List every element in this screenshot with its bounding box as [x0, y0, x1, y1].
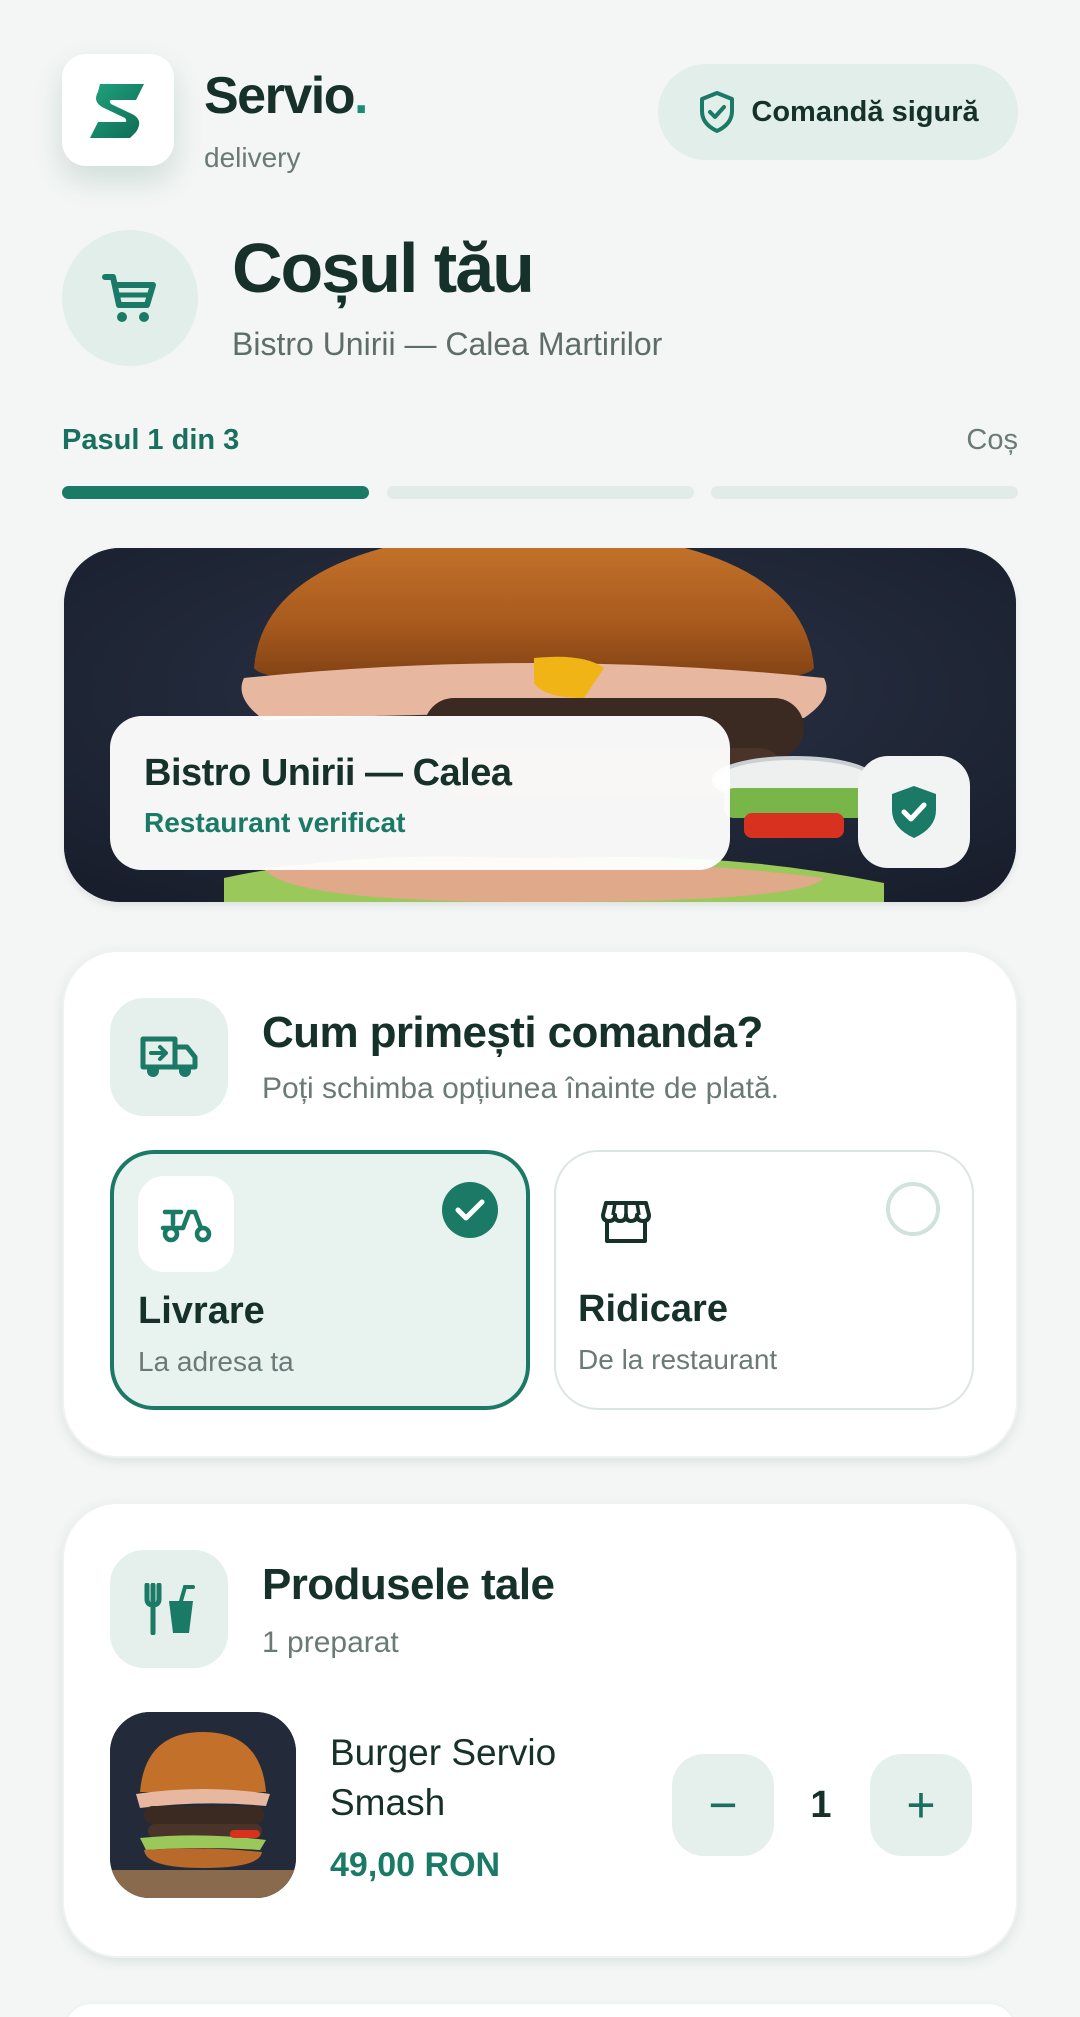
- option-delivery-sub: La adresa ta: [138, 1346, 294, 1377]
- selected-check-icon: [442, 1182, 498, 1238]
- truck-icon: [140, 1036, 198, 1077]
- brand-dot: .: [353, 67, 368, 125]
- products-title: Produsele tale: [262, 1560, 555, 1609]
- step-current-name: Coș: [966, 424, 1018, 456]
- option-delivery-label: Livrare: [138, 1290, 265, 1332]
- cart-icon: [102, 274, 156, 322]
- restaurant-verified-label: Restaurant verificat: [144, 807, 406, 838]
- shield-check-filled-icon: [892, 786, 936, 838]
- progress-segment-2: [387, 486, 694, 499]
- plus-icon: +: [906, 1777, 936, 1833]
- brand-name: Servio.: [204, 67, 368, 125]
- page-title: Coșul tău: [232, 229, 535, 307]
- store-icon: [601, 1201, 651, 1243]
- servio-logo-icon: [90, 84, 144, 138]
- progress-segment-1: [62, 486, 369, 499]
- burger-thumbnail: [110, 1712, 296, 1898]
- product-price: 49,00 RON: [330, 1846, 501, 1884]
- restaurant-name: Bistro Unirii — Calea: [144, 752, 512, 794]
- delivery-subtitle: Poți schimba opțiunea înainte de plată.: [262, 1072, 780, 1105]
- product-thumbnail: [110, 1712, 296, 1898]
- step-indicator: Pasul 1 din 3: [62, 424, 240, 456]
- progress-segment-3: [711, 486, 1018, 499]
- option-pickup-sub: De la restaurant: [578, 1344, 778, 1375]
- quantity-value: 1: [810, 1784, 832, 1826]
- delivery-truck-badge: [110, 998, 228, 1116]
- brand-tagline: delivery: [204, 142, 301, 173]
- verified-shield-badge: [858, 756, 970, 868]
- scooter-badge: [138, 1176, 234, 1272]
- fork-drink-icon: [144, 1583, 195, 1635]
- shield-check-icon: [700, 91, 735, 133]
- app-logo: [62, 54, 174, 166]
- increase-qty-button[interactable]: +: [870, 1754, 972, 1856]
- page-subtitle: Bistro Unirii — Calea Martirilor: [232, 326, 663, 362]
- store-badge: [578, 1174, 674, 1270]
- products-count: 1 preparat: [262, 1626, 399, 1659]
- next-card-edge: [62, 2002, 1018, 2017]
- secure-order-badge[interactable]: Comandă sigură: [658, 64, 1018, 160]
- scooter-icon: [160, 1209, 212, 1243]
- unselected-radio[interactable]: [886, 1182, 940, 1236]
- cart-badge: [62, 230, 198, 366]
- decrease-qty-button[interactable]: −: [672, 1754, 774, 1856]
- option-pickup-label: Ridicare: [578, 1288, 728, 1330]
- minus-icon: −: [708, 1777, 738, 1833]
- product-name: Burger Servio Smash: [330, 1732, 557, 1823]
- restaurant-info-card: Bistro Unirii — Calea Restaurant verific…: [110, 716, 730, 870]
- utensils-badge: [110, 1550, 228, 1668]
- secure-order-label: Comandă sigură: [751, 95, 979, 128]
- delivery-title: Cum primești comanda?: [262, 1008, 763, 1057]
